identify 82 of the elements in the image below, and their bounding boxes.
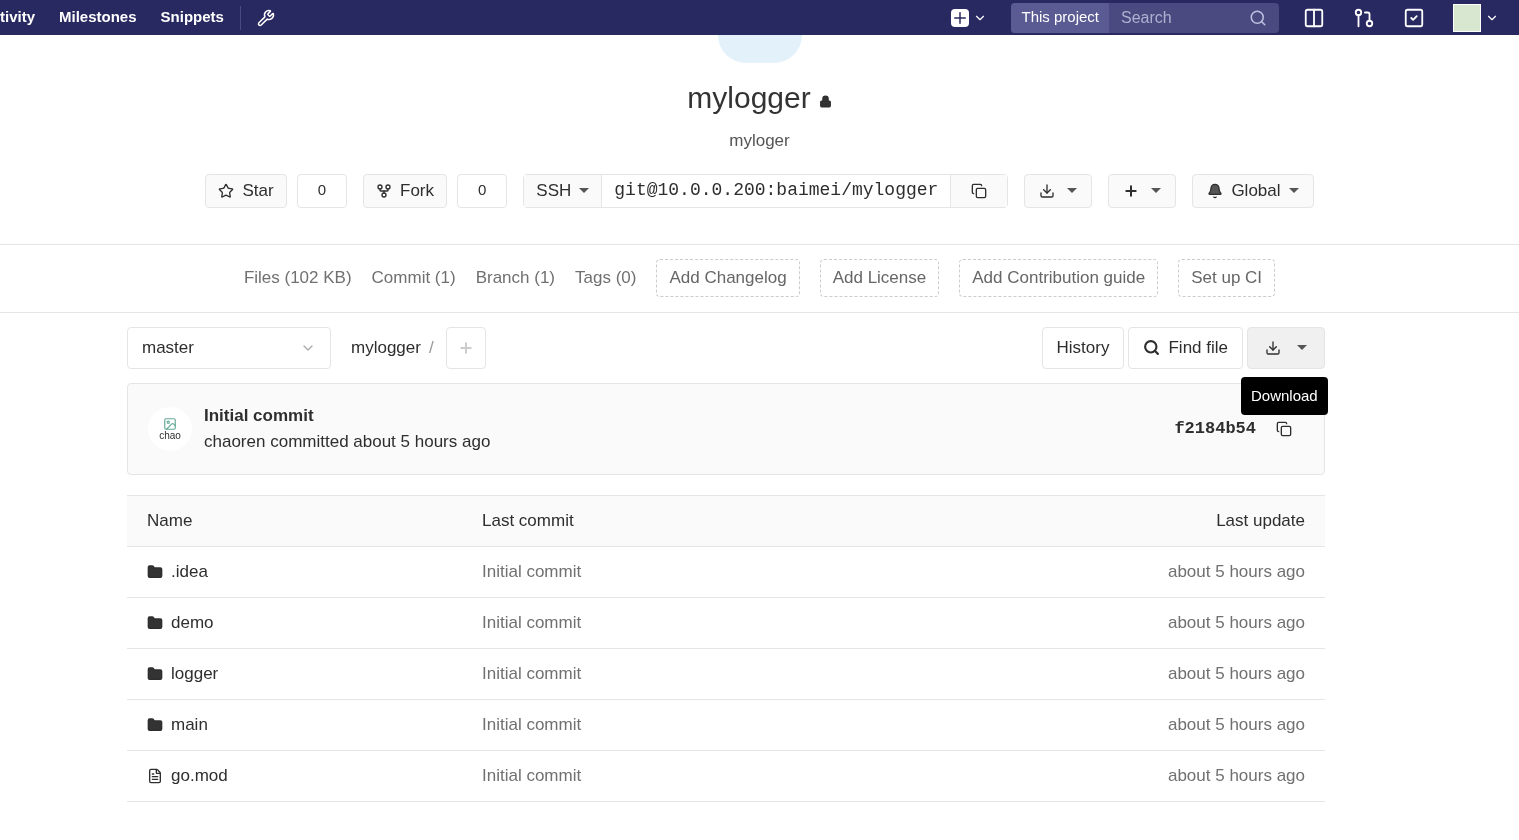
download-dropdown-button[interactable] <box>1024 173 1093 208</box>
file-name-link[interactable]: go.mod <box>171 762 228 789</box>
star-icon <box>218 182 235 199</box>
commit-meta: committed about 5 hours ago <box>270 431 491 451</box>
file-name-link[interactable]: .idea <box>171 558 208 585</box>
star-button[interactable]: Star <box>205 173 287 208</box>
nav-link[interactable]: tivity <box>0 6 35 29</box>
column-header: Last update <box>1216 509 1305 532</box>
notification-dropdown[interactable]: Global <box>1192 173 1314 208</box>
fork-icon <box>376 182 392 199</box>
download-icon <box>1039 182 1056 199</box>
file-icon <box>147 767 163 784</box>
path-separator: / <box>428 336 434 359</box>
commit-link[interactable]: Initial commit <box>482 711 1168 738</box>
bell-icon <box>1207 182 1224 199</box>
add-link[interactable]: Add Changelog <box>656 259 800 297</box>
commit-author[interactable]: chaoren <box>204 431 266 451</box>
commit-sha[interactable]: f2184b54 <box>1174 415 1256 442</box>
wrench-icon[interactable] <box>256 8 275 27</box>
folder-icon <box>147 665 163 682</box>
scope-label[interactable]: This project <box>1011 2 1109 33</box>
copy-icon <box>971 182 988 199</box>
fork-count[interactable]: 0 <box>457 173 508 208</box>
commit-link[interactable]: Initial commit <box>482 558 1168 585</box>
folder-icon <box>147 563 163 580</box>
copy-icon[interactable] <box>1276 420 1292 437</box>
update-time: about 5 hours ago <box>1167 764 1305 787</box>
avatar-alt-text: chao <box>159 430 181 441</box>
protocol-dropdown[interactable]: SSH <box>524 174 603 207</box>
column-header: Name <box>147 509 194 532</box>
download-button[interactable] <box>1247 326 1325 369</box>
file-name-link[interactable]: logger <box>171 660 219 687</box>
plus-icon <box>951 8 970 27</box>
file-name-link[interactable]: demo <box>171 609 214 636</box>
panel-icon[interactable] <box>1303 6 1325 29</box>
stat-link[interactable]: Files (102 KB) <box>243 265 352 291</box>
update-time: about 5 hours ago <box>1167 662 1305 685</box>
find-file-button[interactable]: Find file <box>1128 326 1243 369</box>
clone-url-field[interactable]: git@10.0.0.200:baimei/mylogger <box>602 177 951 204</box>
branch-select[interactable]: master <box>127 326 331 369</box>
breadcrumb-link[interactable]: mylogger <box>351 334 421 361</box>
commit-link[interactable]: Initial commit <box>482 609 1168 636</box>
add-link[interactable]: Set up CI <box>1178 259 1276 297</box>
fork-button[interactable]: Fork <box>363 173 447 208</box>
todo-icon[interactable] <box>1403 6 1425 29</box>
folder-icon <box>147 614 163 631</box>
commit-title[interactable]: Initial commit <box>204 403 491 429</box>
add-link[interactable]: Add Contribution guide <box>959 259 1159 297</box>
stat-link[interactable]: Commit (1) <box>371 265 456 291</box>
search-box[interactable]: This project Search <box>1011 2 1279 33</box>
search-icon <box>1143 339 1161 356</box>
update-time: about 5 hours ago <box>1167 560 1305 583</box>
update-time: about 5 hours ago <box>1167 611 1305 634</box>
merge-request-icon[interactable] <box>1353 6 1375 29</box>
nav-link[interactable]: Snippets <box>160 6 224 29</box>
stat-link[interactable]: Branch (1) <box>475 265 556 291</box>
add-dropdown-button[interactable] <box>1108 173 1177 208</box>
file-name-link[interactable]: main <box>171 711 208 738</box>
nav-link[interactable]: Milestones <box>59 6 137 29</box>
tooltip: Download <box>1241 376 1328 415</box>
user-avatar[interactable] <box>1453 3 1481 32</box>
commit-link[interactable]: Initial commit <box>482 762 1168 789</box>
folder-icon <box>147 716 163 733</box>
column-header: Last commit <box>482 509 575 532</box>
commit-link[interactable]: Initial commit <box>482 660 1168 687</box>
caret-icon <box>1297 345 1307 350</box>
project-title: mylogger <box>687 80 811 116</box>
project-description: myloger <box>729 130 790 152</box>
broken-image-icon <box>163 416 177 431</box>
add-link[interactable]: Add License <box>819 259 940 297</box>
caret-icon <box>1288 188 1299 193</box>
plus-icon <box>457 339 474 356</box>
caret-icon <box>579 188 590 193</box>
download-icon <box>1265 339 1281 356</box>
star-count[interactable]: 0 <box>296 173 347 208</box>
history-button[interactable]: History <box>1041 326 1125 369</box>
caret-icon <box>1067 188 1078 193</box>
caret-icon <box>1151 188 1162 193</box>
copy-button[interactable] <box>950 174 1008 207</box>
search-icon <box>1249 8 1267 27</box>
stat-link[interactable]: Tags (0) <box>575 265 637 291</box>
update-time: about 5 hours ago <box>1167 713 1305 736</box>
